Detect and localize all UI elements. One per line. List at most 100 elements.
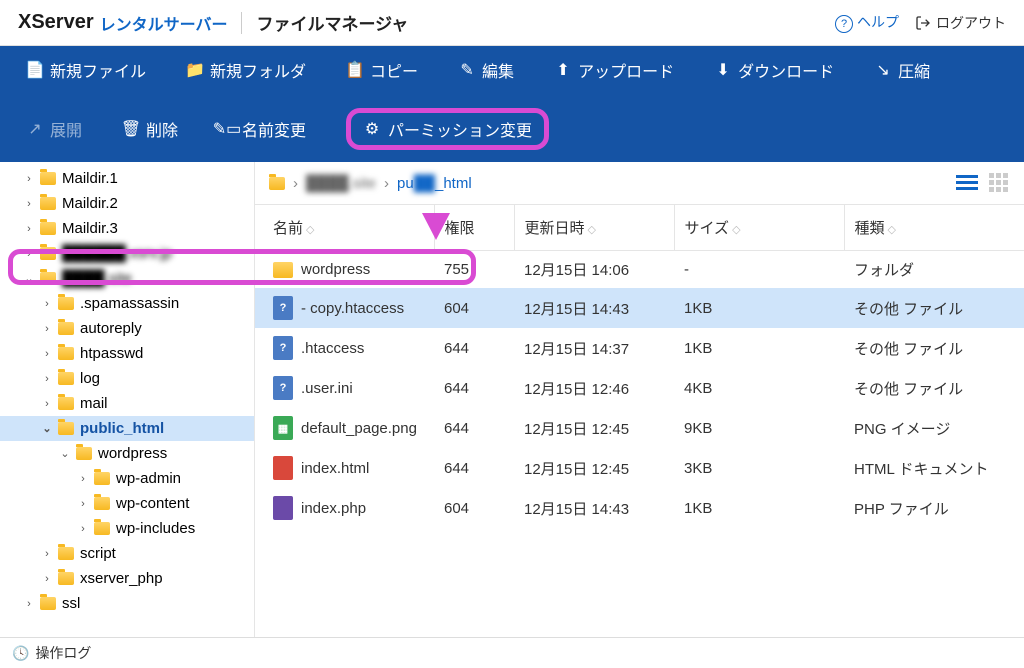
folder-icon bbox=[58, 572, 74, 585]
folder-icon bbox=[40, 197, 56, 210]
tree-item[interactable]: ›wp-content bbox=[0, 491, 254, 516]
folder-icon bbox=[40, 172, 56, 185]
file-name: .user.ini bbox=[301, 380, 353, 397]
table-row[interactable]: ?.user.ini64412月15日 12:464KBその他 ファイル bbox=[255, 368, 1024, 408]
file-size: 1KB bbox=[674, 488, 844, 528]
tree-item[interactable]: › Maildir.2 bbox=[0, 191, 254, 216]
copy-button[interactable]: 📋コピー bbox=[346, 58, 418, 82]
table-row[interactable]: index.php60412月15日 14:431KBPHP ファイル bbox=[255, 488, 1024, 528]
tree-item[interactable]: ›wp-admin bbox=[0, 466, 254, 491]
folder-icon bbox=[273, 262, 293, 278]
tree-label: Maildir.2 bbox=[62, 195, 118, 212]
file-date: 12月15日 14:43 bbox=[514, 488, 674, 528]
file-perm: 604 bbox=[434, 288, 514, 328]
folder-tree[interactable]: ›Maildir.1›Maildir.2›Maildir.3›██████.xs… bbox=[0, 162, 255, 646]
col-size[interactable]: サイズ◇ bbox=[674, 205, 844, 251]
op-log-button[interactable]: 操作ログ bbox=[35, 643, 91, 663]
file-size: 4KB bbox=[674, 368, 844, 408]
table-row[interactable]: index.html64412月15日 12:453KBHTML ドキュメント bbox=[255, 448, 1024, 488]
file-type: HTML ドキュメント bbox=[844, 448, 1024, 488]
tree-item[interactable]: ⌄████.site bbox=[0, 266, 254, 291]
folder-icon bbox=[58, 322, 74, 335]
tree-label: Maildir.3 bbox=[62, 220, 118, 237]
new-file-button[interactable]: 📄新規ファイル bbox=[26, 58, 146, 82]
folder-icon bbox=[40, 272, 56, 285]
upload-button[interactable]: ⬆アップロード bbox=[554, 58, 674, 82]
table-row[interactable]: wordpress75512月15日 14:06-フォルダ bbox=[255, 251, 1024, 289]
folder-icon bbox=[58, 372, 74, 385]
file-perm: 644 bbox=[434, 328, 514, 368]
chevron-icon: › bbox=[24, 173, 34, 185]
tree-item[interactable]: ›.spamassassin bbox=[0, 291, 254, 316]
copy-icon: 📋 bbox=[346, 61, 364, 79]
download-button[interactable]: ⬇ダウンロード bbox=[714, 58, 834, 82]
expand-button[interactable]: ↗展開 bbox=[26, 117, 82, 141]
toolbar: 📄新規ファイル 📁新規フォルダ 📋コピー ✎編集 ⬆アップロード ⬇ダウンロード… bbox=[0, 46, 1024, 162]
tree-item[interactable]: ⌄wordpress bbox=[0, 441, 254, 466]
file-name: wordpress bbox=[301, 261, 370, 278]
file-table: 名前◇ 権限 更新日時◇ サイズ◇ 種類◇ wordpress75512月15日… bbox=[255, 205, 1024, 528]
tree-item[interactable]: ›htpasswd bbox=[0, 341, 254, 366]
unknown-icon: ? bbox=[273, 336, 293, 360]
folder-icon bbox=[94, 522, 110, 535]
col-date[interactable]: 更新日時◇ bbox=[514, 205, 674, 251]
file-date: 12月15日 14:06 bbox=[514, 251, 674, 289]
folder-icon bbox=[94, 472, 110, 485]
help-link[interactable]: ヘルプ bbox=[835, 12, 899, 33]
compress-button[interactable]: ↘圧縮 bbox=[874, 58, 930, 82]
chevron-icon: ⌄ bbox=[60, 447, 70, 460]
tree-item[interactable]: ›xserver_php bbox=[0, 566, 254, 591]
chevron-icon: › bbox=[24, 198, 34, 210]
file-perm: 755 bbox=[434, 251, 514, 289]
file-date: 12月15日 12:45 bbox=[514, 448, 674, 488]
tree-item[interactable]: ›Maildir.3 bbox=[0, 216, 254, 241]
tree-item[interactable]: ›wp-includes bbox=[0, 516, 254, 541]
tree-item[interactable]: ›script bbox=[0, 541, 254, 566]
chevron-icon: › bbox=[42, 348, 52, 360]
tree-item[interactable]: ›mail bbox=[0, 391, 254, 416]
folder-icon bbox=[94, 497, 110, 510]
file-plus-icon: 📄 bbox=[26, 61, 44, 79]
table-row[interactable]: ▦default_page.png64412月15日 12:459KBPNG イ… bbox=[255, 408, 1024, 448]
tree-item[interactable]: ›log bbox=[0, 366, 254, 391]
edit-button[interactable]: ✎編集 bbox=[458, 58, 514, 82]
tree-label: ssl bbox=[62, 595, 80, 612]
tree-item[interactable]: ›ssl bbox=[0, 591, 254, 616]
file-name: default_page.png bbox=[301, 420, 417, 437]
chevron-icon: › bbox=[24, 248, 34, 260]
tree-item[interactable]: ›autoreply bbox=[0, 316, 254, 341]
list-view-button[interactable] bbox=[956, 172, 978, 194]
breadcrumb-seg-1[interactable]: ████.site bbox=[306, 175, 376, 192]
app-title: ファイルマネージャ bbox=[256, 10, 408, 35]
grid-view-button[interactable] bbox=[988, 172, 1010, 194]
tree-item[interactable]: ⌄public_html bbox=[0, 416, 254, 441]
logout-button[interactable]: ログアウト bbox=[915, 13, 1006, 33]
delete-button[interactable]: 🗑削除 bbox=[122, 117, 178, 141]
header: XServer レンタルサーバー ファイルマネージャ ヘルプ ログアウト bbox=[0, 0, 1024, 46]
breadcrumb: › ████.site › pu██_html bbox=[255, 162, 1024, 205]
chevron-icon: › bbox=[42, 373, 52, 385]
permission-button[interactable]: ⚙パーミッション変更 bbox=[363, 117, 532, 141]
chevron-icon: › bbox=[42, 298, 52, 310]
folder-icon bbox=[58, 422, 74, 435]
tree-label: mail bbox=[80, 395, 108, 412]
table-row[interactable]: ?- copy.htaccess60412月15日 14:431KBその他 ファ… bbox=[255, 288, 1024, 328]
col-type[interactable]: 種類◇ bbox=[844, 205, 1024, 251]
unknown-icon: ? bbox=[273, 376, 293, 400]
upload-icon: ⬆ bbox=[554, 61, 572, 79]
rename-icon: ✎▭ bbox=[218, 120, 236, 138]
chevron-icon: › bbox=[78, 523, 88, 535]
sliders-icon: ⚙ bbox=[363, 120, 381, 138]
trash-icon: 🗑 bbox=[122, 120, 140, 138]
rename-button[interactable]: ✎▭名前変更 bbox=[218, 117, 306, 141]
chevron-icon: › bbox=[78, 498, 88, 510]
table-row[interactable]: ?.htaccess64412月15日 14:371KBその他 ファイル bbox=[255, 328, 1024, 368]
tree-item[interactable]: ›Maildir.1 bbox=[0, 166, 254, 191]
file-type: PHP ファイル bbox=[844, 488, 1024, 528]
chevron-icon: ⌄ bbox=[42, 422, 52, 435]
tree-item[interactable]: ›██████.xsrv.jp bbox=[0, 241, 254, 266]
file-perm: 644 bbox=[434, 368, 514, 408]
new-folder-button[interactable]: 📁新規フォルダ bbox=[186, 58, 306, 82]
footer: 🕓 操作ログ bbox=[0, 637, 1024, 668]
col-name[interactable]: 名前◇ bbox=[255, 205, 434, 251]
